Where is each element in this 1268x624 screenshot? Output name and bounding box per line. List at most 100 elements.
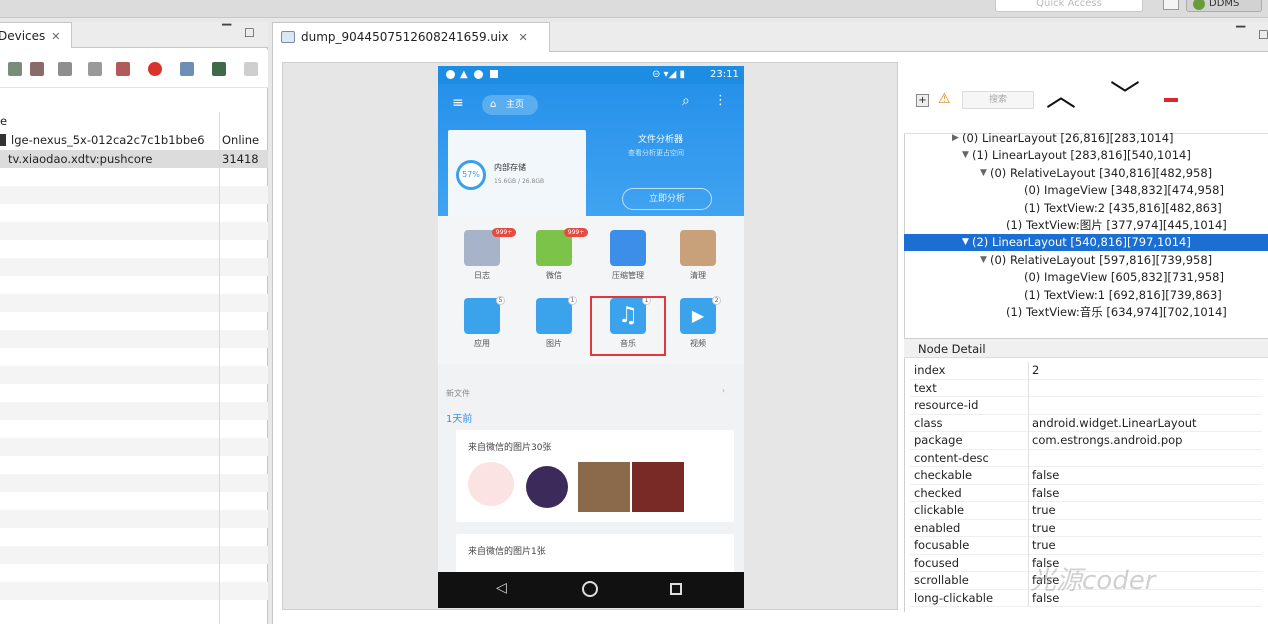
tab-uix-dump[interactable]: dump_9044507512608241659.uix ✕ [272, 22, 550, 52]
detail-row[interactable]: checkable false [910, 467, 1262, 485]
tab-devices[interactable]: Devices ✕ [0, 22, 72, 48]
open-perspective-icon[interactable] [1163, 0, 1179, 10]
image-icon [536, 298, 572, 334]
more-icon[interactable]: ⋮ [714, 93, 727, 108]
devices-tab-label: Devices [0, 29, 46, 43]
grid-item-compress[interactable]: 压缩管理 [598, 216, 658, 284]
tree-node[interactable]: ▼ (0) RelativeLayout [597,816][739,958] [904, 252, 1268, 269]
thumbnail [526, 466, 568, 508]
tree-node[interactable]: (0) ImageView [348,832][474,958] [904, 182, 1268, 199]
tree-node[interactable]: (1) TextView:图片 [377,974][445,1014] [904, 217, 1268, 234]
warning-icon[interactable]: ⚠ [938, 91, 951, 107]
warning-icon: ▲ [460, 69, 468, 80]
detail-row[interactable]: package com.estrongs.android.pop [910, 432, 1262, 450]
analyzer-subtitle: 查看分析更占空间 [628, 149, 684, 157]
process-row[interactable]: tv.xiaodao.xdtv:pushcore 31418 [0, 150, 268, 168]
menu-icon[interactable]: ≡ [452, 96, 464, 110]
detail-row[interactable]: checked false [910, 485, 1262, 502]
card-title: 来自微信的图片1张 [468, 547, 546, 557]
tree-node[interactable]: ▼ (0) RelativeLayout [340,816][482,958] [904, 165, 1268, 182]
expand-arrow-icon[interactable]: ▼ [980, 165, 987, 182]
count-badge: 2 [712, 296, 721, 305]
close-icon[interactable]: ✕ [51, 30, 60, 43]
detail-row[interactable]: text [910, 380, 1262, 397]
clock: 23:11 [710, 69, 739, 80]
minimize-icon[interactable]: ▔ [1236, 26, 1245, 40]
screen-capture-icon[interactable] [180, 62, 194, 76]
expand-arrow-icon[interactable]: ▼ [980, 252, 987, 269]
cause-gc-icon[interactable] [88, 62, 102, 76]
stop-process-icon[interactable] [148, 62, 162, 76]
detail-value: 2 [1032, 363, 1040, 377]
grid-item-video[interactable]: ▶ 2 视频 [668, 284, 728, 352]
quick-access-field[interactable]: Quick Access [995, 0, 1143, 12]
device-row[interactable]: lge-nexus_5x-012ca2c7c1b1bbe6 Online [0, 131, 268, 149]
grid-item-clean[interactable]: 清理 [668, 216, 728, 284]
more-arrow-icon[interactable]: › [722, 386, 725, 395]
detail-key: class [914, 415, 943, 430]
update-threads-icon[interactable] [116, 62, 130, 76]
back-icon[interactable]: ◁ [496, 580, 507, 596]
detail-row[interactable]: focusable true [910, 537, 1262, 555]
update-heap-icon[interactable] [30, 62, 44, 76]
storage-detail: 15.6GB / 26.8GB [494, 178, 545, 185]
dump-hprof-icon[interactable] [58, 62, 72, 76]
remove-icon[interactable] [1164, 98, 1178, 102]
collapsed-arrow-icon[interactable]: ▶ [952, 130, 959, 147]
card-title: 来自微信的图片30张 [468, 443, 552, 453]
detail-value: true [1032, 503, 1056, 517]
dump-view-hierarchy-icon[interactable] [212, 62, 226, 76]
detail-row[interactable]: index 2 [910, 362, 1262, 380]
storage-card[interactable]: 57% 内部存储 15.6GB / 26.8GB [448, 130, 586, 230]
close-icon[interactable]: ✕ [518, 31, 527, 44]
grid-item-wechat[interactable]: 999+ 微信 [524, 216, 588, 284]
search-icon[interactable]: ⌕ [682, 93, 690, 109]
grid-item-apps[interactable]: 5 应用 [452, 284, 512, 352]
grid-label: 图片 [546, 339, 562, 348]
expand-all-icon[interactable]: + [916, 94, 929, 107]
analyze-button[interactable]: 立即分析 [622, 188, 712, 210]
tree-node[interactable]: ▼ (1) LinearLayout [283,816][540,1014] [904, 147, 1268, 164]
detail-row[interactable]: class android.widget.LinearLayout [910, 415, 1262, 432]
tree-node-label: (1) TextView:2 [435,816][482,863] [1024, 200, 1222, 215]
app-icon [490, 70, 498, 78]
tree-node[interactable]: (0) ImageView [605,832][731,958] [904, 269, 1268, 286]
next-node-icon[interactable]: ﹀ [1110, 82, 1140, 112]
recents-icon[interactable] [670, 583, 682, 595]
tree-node[interactable]: (1) TextView:音乐 [634,974][702,1014] [904, 304, 1268, 321]
minimize-icon[interactable]: ▔ [222, 24, 231, 38]
home-tab[interactable]: ⌂ 主页 [482, 95, 538, 115]
node-detail-header: Node Detail [904, 338, 1268, 358]
detail-row[interactable]: enabled true [910, 520, 1262, 537]
empty-row [0, 546, 268, 564]
grid-item-log[interactable]: 999+ 日志 [452, 216, 516, 284]
broom-icon [680, 230, 716, 266]
grid-item-images[interactable]: 1 图片 [524, 284, 584, 352]
status-bar: ▲ ⊝ ▾◢ ▮ 23:11 [438, 66, 744, 84]
detail-row[interactable]: resource-id [910, 397, 1262, 415]
tree-node[interactable]: ▼ (2) LinearLayout [540,816][797,1014] [904, 234, 1268, 252]
tree-node[interactable]: (1) TextView:2 [435,816][482,863] [904, 200, 1268, 217]
tree-node-label: (1) TextView:图片 [377,974][445,1014] [1006, 218, 1227, 232]
expand-arrow-icon[interactable]: ▼ [962, 234, 969, 251]
maximize-icon[interactable]: ☐ [244, 26, 255, 40]
feed-card[interactable]: 来自微信的图片1张 [456, 534, 734, 574]
expand-arrow-icon[interactable]: ▼ [962, 147, 969, 164]
tree-node[interactable]: (1) TextView:1 [692,816][739,863] [904, 287, 1268, 304]
maximize-icon[interactable]: ☐ [1258, 28, 1268, 42]
systrace-icon[interactable] [244, 62, 258, 76]
detail-row[interactable]: content-desc [910, 450, 1262, 467]
debug-process-icon[interactable] [8, 62, 22, 76]
detail-value: false [1032, 485, 1060, 500]
detail-row[interactable]: clickable true [910, 502, 1262, 520]
feed-card[interactable]: 来自微信的图片30张 [456, 430, 734, 522]
file-icon [281, 31, 295, 43]
tree-node[interactable]: ▶ (0) LinearLayout [26,816][283,1014] [904, 130, 1268, 147]
chat-icon [474, 70, 483, 79]
ddms-perspective-button[interactable]: DDMS [1186, 0, 1262, 12]
home-button-icon[interactable] [582, 581, 598, 597]
previous-node-icon[interactable]: ︿ [1046, 82, 1076, 112]
empty-row [0, 510, 268, 528]
tree-search-input[interactable]: 搜索 [962, 91, 1034, 109]
device-status: Online [222, 133, 260, 147]
